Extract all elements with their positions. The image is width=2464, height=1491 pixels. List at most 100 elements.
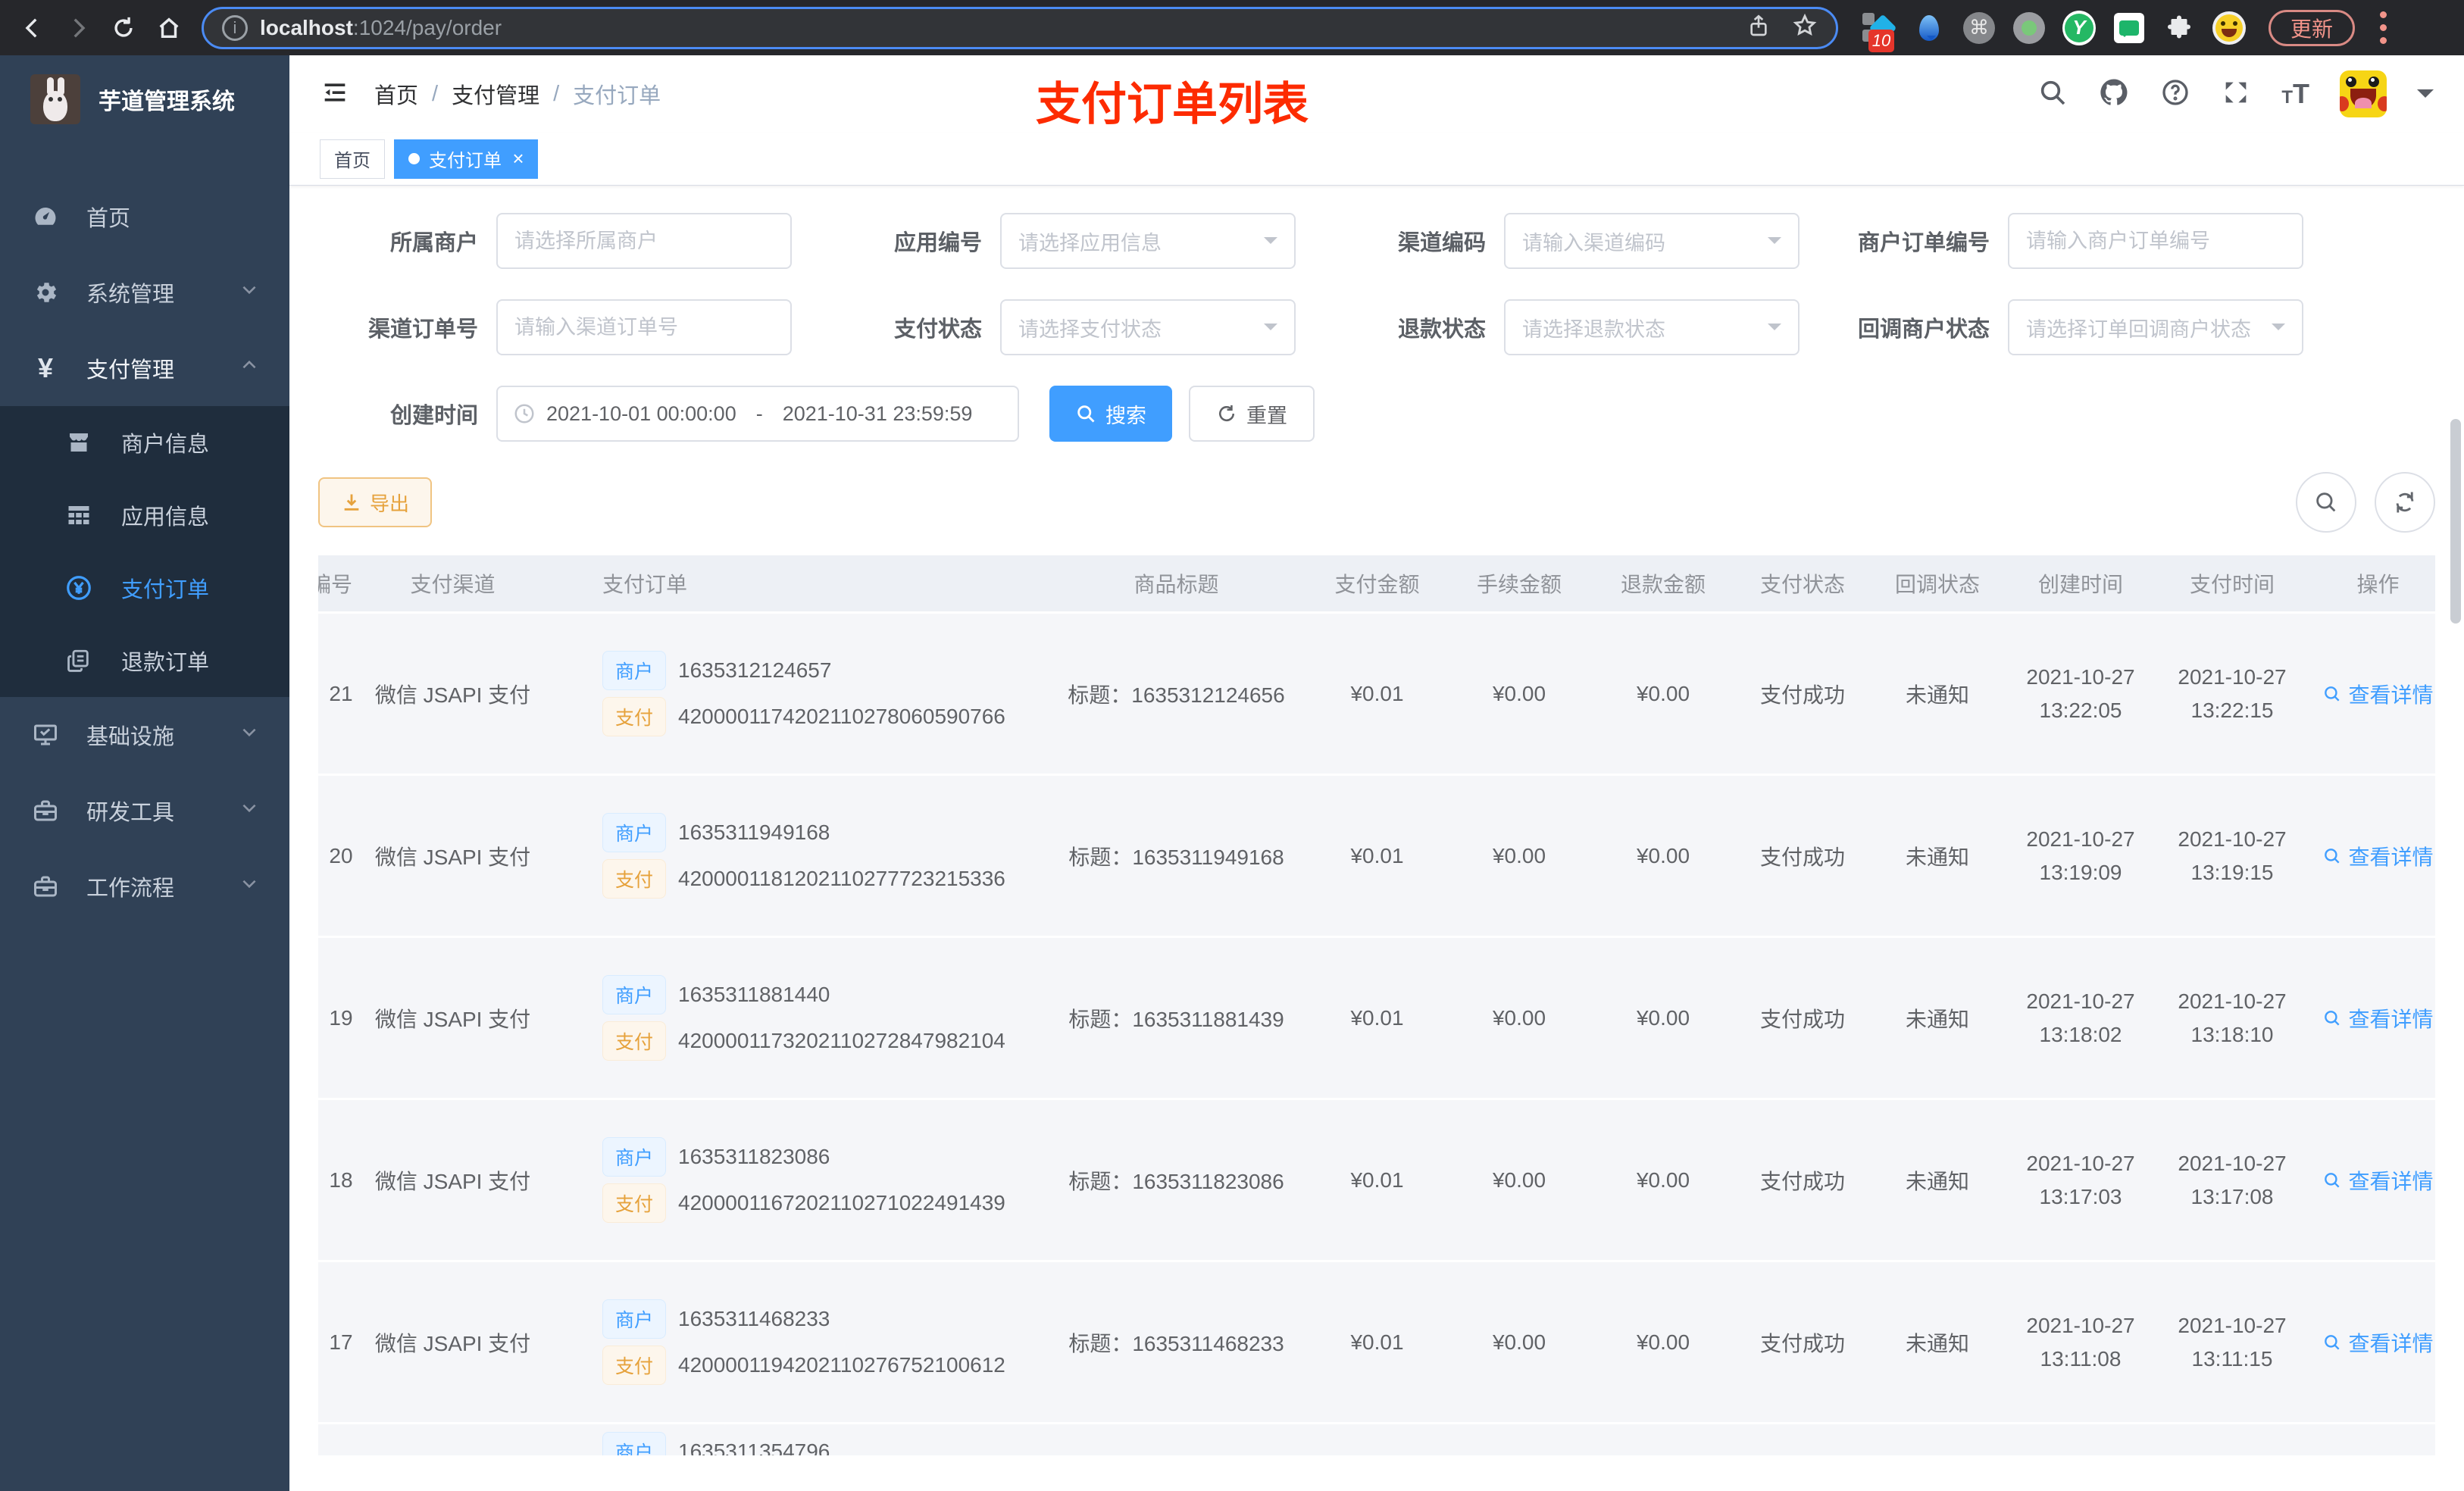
cell-status: 支付成功	[1759, 683, 1845, 707]
notify-status-select[interactable]: 请选择订单回调商户状态	[2008, 299, 2303, 355]
avatar-caret-icon[interactable]	[2417, 89, 2434, 106]
view-detail-link[interactable]: 查看详情	[2322, 1003, 2434, 1033]
cell-actions: 查看详情	[2308, 1165, 2448, 1196]
view-detail-link[interactable]: 查看详情	[2322, 1165, 2434, 1196]
sidebar-item-refund-order[interactable]: 退款订单	[0, 624, 289, 697]
merchant-order-no-input[interactable]	[2026, 229, 2285, 253]
back-icon[interactable]	[15, 11, 50, 45]
merchant-order-number: 1635311468233	[678, 1307, 830, 1330]
view-detail-label: 查看详情	[2348, 683, 2434, 707]
select-placeholder: 请输入渠道编码	[1522, 231, 1665, 255]
reset-button[interactable]: 重置	[1189, 386, 1315, 442]
show-search-toggle-button[interactable]	[2296, 472, 2356, 533]
sidebar-item-infra[interactable]: 基础设施	[0, 697, 289, 773]
tab-home[interactable]: 首页	[320, 139, 385, 179]
help-icon[interactable]	[2160, 77, 2190, 111]
chevron-down-icon	[239, 722, 259, 748]
view-detail-link[interactable]: 查看详情	[2322, 841, 2434, 871]
sidebar-item-devtools[interactable]: 研发工具	[0, 773, 289, 849]
cell-amount: ¥0.01	[1350, 681, 1404, 705]
sidebar-item-pay[interactable]: ¥ 支付管理	[0, 330, 289, 406]
bookmark-star-icon[interactable]	[1792, 13, 1818, 42]
profile-avatar-icon[interactable]	[2212, 11, 2246, 45]
app-select[interactable]: 请选择应用信息	[1000, 213, 1296, 269]
page-content: 所属商户 应用编号 请选择应用信息 渠道编码 请输入渠道编码	[289, 186, 2464, 1491]
sidebar-item-label: 应用信息	[121, 505, 210, 530]
filter-label-refund-status: 退款状态	[1397, 317, 1486, 342]
toolbox-icon	[30, 797, 61, 824]
address-bar[interactable]: i localhost:1024/pay/order	[202, 6, 1838, 49]
cell-id: 18	[329, 1167, 353, 1192]
yuan-circle-icon	[64, 574, 94, 602]
export-button[interactable]: 导出	[318, 477, 433, 527]
extensions-puzzle-icon[interactable]	[2162, 11, 2196, 45]
sidebar-item-workflow[interactable]: 工作流程	[0, 849, 289, 924]
fullscreen-icon[interactable]	[2221, 77, 2251, 111]
sidebar-item-system[interactable]: 系统管理	[0, 255, 289, 330]
extension-y-icon[interactable]: Y	[2062, 10, 2096, 45]
extension-chat-icon[interactable]	[2112, 11, 2146, 45]
tab-pay-order[interactable]: 支付订单	[394, 139, 539, 179]
cell-title: 标题：1635311468233	[1068, 1331, 1284, 1355]
select-placeholder: 请选择退款状态	[1522, 317, 1665, 341]
breadcrumb-home[interactable]: 首页	[374, 78, 418, 110]
sidebar-item-app-info[interactable]: 应用信息	[0, 479, 289, 552]
tags-view-bar: 首页 支付订单	[289, 133, 2464, 186]
site-info-icon[interactable]: i	[222, 14, 248, 41]
shop-icon	[64, 429, 94, 456]
cell-created: 2021-10-27 13:18:02	[2026, 989, 2135, 1046]
refund-status-select[interactable]: 请选择退款状态	[1504, 299, 1800, 355]
extension-tabs-icon[interactable]: 10	[1862, 11, 1897, 52]
chevron-down-icon	[1264, 324, 1277, 337]
view-detail-link[interactable]: 查看详情	[2322, 1327, 2434, 1358]
pay-order-number: 4200001181202110277723215336	[678, 867, 1005, 890]
sidebar-item-pay-order[interactable]: 支付订单	[0, 552, 289, 624]
chevron-down-icon	[239, 874, 259, 899]
table-row: 18 微信 JSAPI 支付 商户 1635311823086 支付 42000…	[318, 1098, 2435, 1260]
refresh-button[interactable]	[2375, 472, 2435, 533]
extension-recorder-icon[interactable]	[2012, 11, 2046, 45]
cell-id: 19	[329, 1005, 353, 1030]
scrollbar-thumb[interactable]	[2450, 419, 2461, 624]
search-icon[interactable]	[2037, 77, 2068, 111]
browser-menu-icon[interactable]	[2372, 8, 2394, 47]
app-title: 芋道管理系统	[98, 89, 235, 114]
cell-actions: 查看详情	[2308, 679, 2448, 709]
cell-paid: 2021-10-27 13:11:15	[2178, 1313, 2287, 1371]
search-button-label: 搜索	[1105, 404, 1146, 427]
share-icon[interactable]	[1746, 14, 1771, 42]
create-time-range-picker[interactable]: 2021-10-01 00:00:00 - 2021-10-31 23:59:5…	[496, 386, 1019, 442]
github-icon[interactable]	[2098, 77, 2130, 112]
browser-update-button[interactable]: 更新	[2269, 9, 2356, 46]
cell-amount: ¥0.01	[1350, 1167, 1404, 1192]
sidebar-toggle-icon[interactable]	[320, 77, 350, 111]
sidebar-item-label: 商户信息	[121, 433, 210, 457]
breadcrumb-pay-manage[interactable]: 支付管理	[452, 78, 539, 110]
forward-icon[interactable]	[61, 11, 95, 45]
channel-order-no-input[interactable]	[514, 315, 774, 339]
app-logo[interactable]: 芋道管理系统	[0, 55, 289, 142]
home-icon[interactable]	[152, 11, 186, 45]
table-body: 21 微信 JSAPI 支付 商户 1635312124657 支付 42000…	[318, 611, 2435, 1422]
filter-label-app: 应用编号	[893, 231, 982, 255]
sidebar-item-label: 工作流程	[86, 877, 175, 901]
chevron-up-icon	[239, 355, 259, 381]
sidebar-item-home[interactable]: 首页	[0, 179, 289, 255]
font-size-icon[interactable]: TT	[2281, 78, 2309, 110]
extension-balloon-icon[interactable]	[1912, 11, 1946, 45]
cell-id: 20	[329, 843, 353, 867]
view-detail-link[interactable]: 查看详情	[2322, 679, 2434, 709]
sidebar-item-merchant-info[interactable]: 商户信息	[0, 406, 289, 479]
date-separator: -	[755, 402, 763, 425]
cell-order: 商户 1635311949168 支付 42000011812021102777…	[542, 806, 1046, 905]
pay-status-select[interactable]: 请选择支付状态	[1000, 299, 1296, 355]
user-avatar[interactable]	[2340, 70, 2387, 117]
channel-code-select[interactable]: 请输入渠道编码	[1504, 213, 1800, 269]
merchant-input[interactable]	[514, 229, 774, 253]
reload-icon[interactable]	[106, 11, 141, 45]
close-icon[interactable]	[512, 147, 524, 170]
extension-command-icon[interactable]: ⌘	[1962, 11, 1996, 45]
search-button[interactable]: 搜索	[1049, 386, 1172, 442]
merchant-tag: 商户	[602, 1432, 667, 1455]
chevron-down-icon	[239, 280, 259, 305]
